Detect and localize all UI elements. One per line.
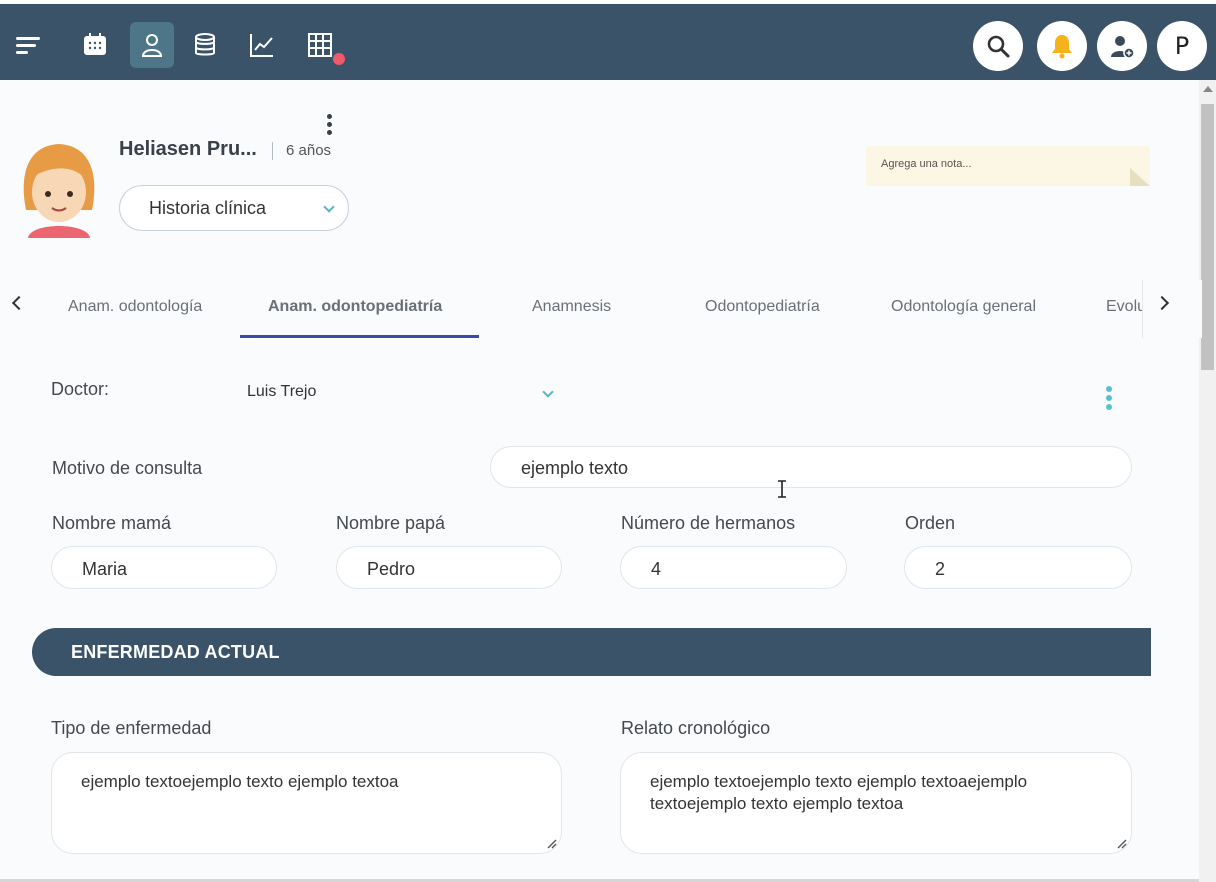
add-user-icon: [1111, 36, 1135, 59]
motivo-input[interactable]: ejemplo texto: [490, 446, 1132, 488]
sticky-note[interactable]: Agrega una nota...: [866, 146, 1150, 186]
section-header-enfermedad-actual[interactable]: ENFERMEDAD ACTUAL: [32, 628, 1151, 676]
motivo-value: ejemplo texto: [521, 458, 629, 478]
mama-label: Nombre mamá: [52, 513, 172, 533]
mama-input[interactable]: Maria: [51, 546, 277, 589]
patient-options-icon[interactable]: [322, 114, 336, 138]
papa-label: Nombre papá: [336, 513, 446, 533]
search-button[interactable]: [973, 21, 1023, 71]
scroll-up-arrow-icon[interactable]: [1203, 86, 1213, 92]
text-cursor-icon: [778, 480, 786, 498]
name-separator: [272, 142, 273, 160]
top-nav-bar: P: [0, 4, 1216, 80]
active-tab-indicator: [240, 335, 479, 338]
record-type-select[interactable]: Historia clínica: [119, 185, 349, 231]
add-user-button[interactable]: [1097, 21, 1147, 71]
profile-avatar-button[interactable]: P: [1157, 21, 1207, 71]
bell-icon: [1052, 35, 1072, 59]
motivo-label: Motivo de consulta: [52, 458, 203, 478]
orden-input[interactable]: 2: [904, 546, 1132, 589]
tipo-enfermedad-label: Tipo de enfermedad: [51, 718, 212, 738]
tipo-enfermedad-value: ejemplo textoejemplo texto ejemplo texto…: [81, 772, 399, 791]
chevron-down-icon: [323, 201, 335, 213]
tab-odontopediatria[interactable]: Odontopediatría: [705, 298, 820, 316]
hermanos-input[interactable]: 4: [620, 546, 847, 589]
patient-age: 6 años: [286, 142, 332, 159]
orden-value: 2: [935, 559, 946, 579]
chart-line-icon[interactable]: [240, 22, 284, 68]
hermanos-label: Número de hermanos: [621, 513, 796, 533]
patient-name: Heliasen Pru...: [119, 138, 257, 160]
relato-textarea[interactable]: ejemplo textoejemplo texto ejemplo texto…: [620, 752, 1132, 854]
resize-grip-icon[interactable]: [545, 837, 557, 849]
tabs-prev-arrow-icon[interactable]: [11, 295, 27, 311]
profile-initial: P: [1174, 32, 1190, 60]
patient-icon[interactable]: [130, 22, 174, 68]
relato-label: Relato cronológico: [621, 718, 771, 738]
orden-label: Orden: [905, 513, 956, 533]
notification-badge: [333, 53, 345, 65]
mama-value: Maria: [82, 559, 128, 579]
tabs-next-area: [1142, 280, 1202, 338]
menu-icon[interactable]: [6, 22, 50, 68]
papa-value: Pedro: [367, 559, 416, 579]
hermanos-value: 4: [651, 559, 662, 579]
papa-input[interactable]: Pedro: [336, 546, 562, 589]
patient-avatar: [23, 144, 95, 238]
doctor-chevron-down-icon[interactable]: [542, 386, 554, 398]
database-icon[interactable]: [183, 22, 227, 68]
notifications-button[interactable]: [1037, 21, 1087, 71]
note-fold: [1130, 168, 1150, 186]
resize-grip-icon[interactable]: [1115, 837, 1127, 849]
relato-value: ejemplo textoejemplo texto ejemplo texto…: [650, 772, 1028, 813]
calendar-icon[interactable]: [73, 22, 117, 68]
tab-anam-odontologia[interactable]: Anam. odontología: [68, 298, 202, 316]
tab-anamnesis[interactable]: Anamnesis: [532, 298, 611, 316]
tab-evolucion[interactable]: Evolu: [1106, 298, 1146, 316]
tab-odontologia-general[interactable]: Odontología general: [891, 298, 1036, 316]
note-placeholder: Agrega una nota...: [881, 158, 972, 170]
section-title: ENFERMEDAD ACTUAL: [71, 642, 280, 662]
scrollbar-thumb[interactable]: [1201, 104, 1214, 370]
tipo-enfermedad-textarea[interactable]: ejemplo textoejemplo texto ejemplo texto…: [51, 752, 562, 854]
doctor-label: Doctor:: [51, 379, 110, 399]
search-icon: [987, 35, 1010, 58]
record-type-value: Historia clínica: [149, 198, 267, 218]
tab-anam-odontopediatria[interactable]: Anam. odontopediatría: [268, 298, 442, 316]
form-options-icon[interactable]: [1104, 386, 1114, 414]
doctor-select-value[interactable]: Luis Trejo: [247, 383, 316, 401]
